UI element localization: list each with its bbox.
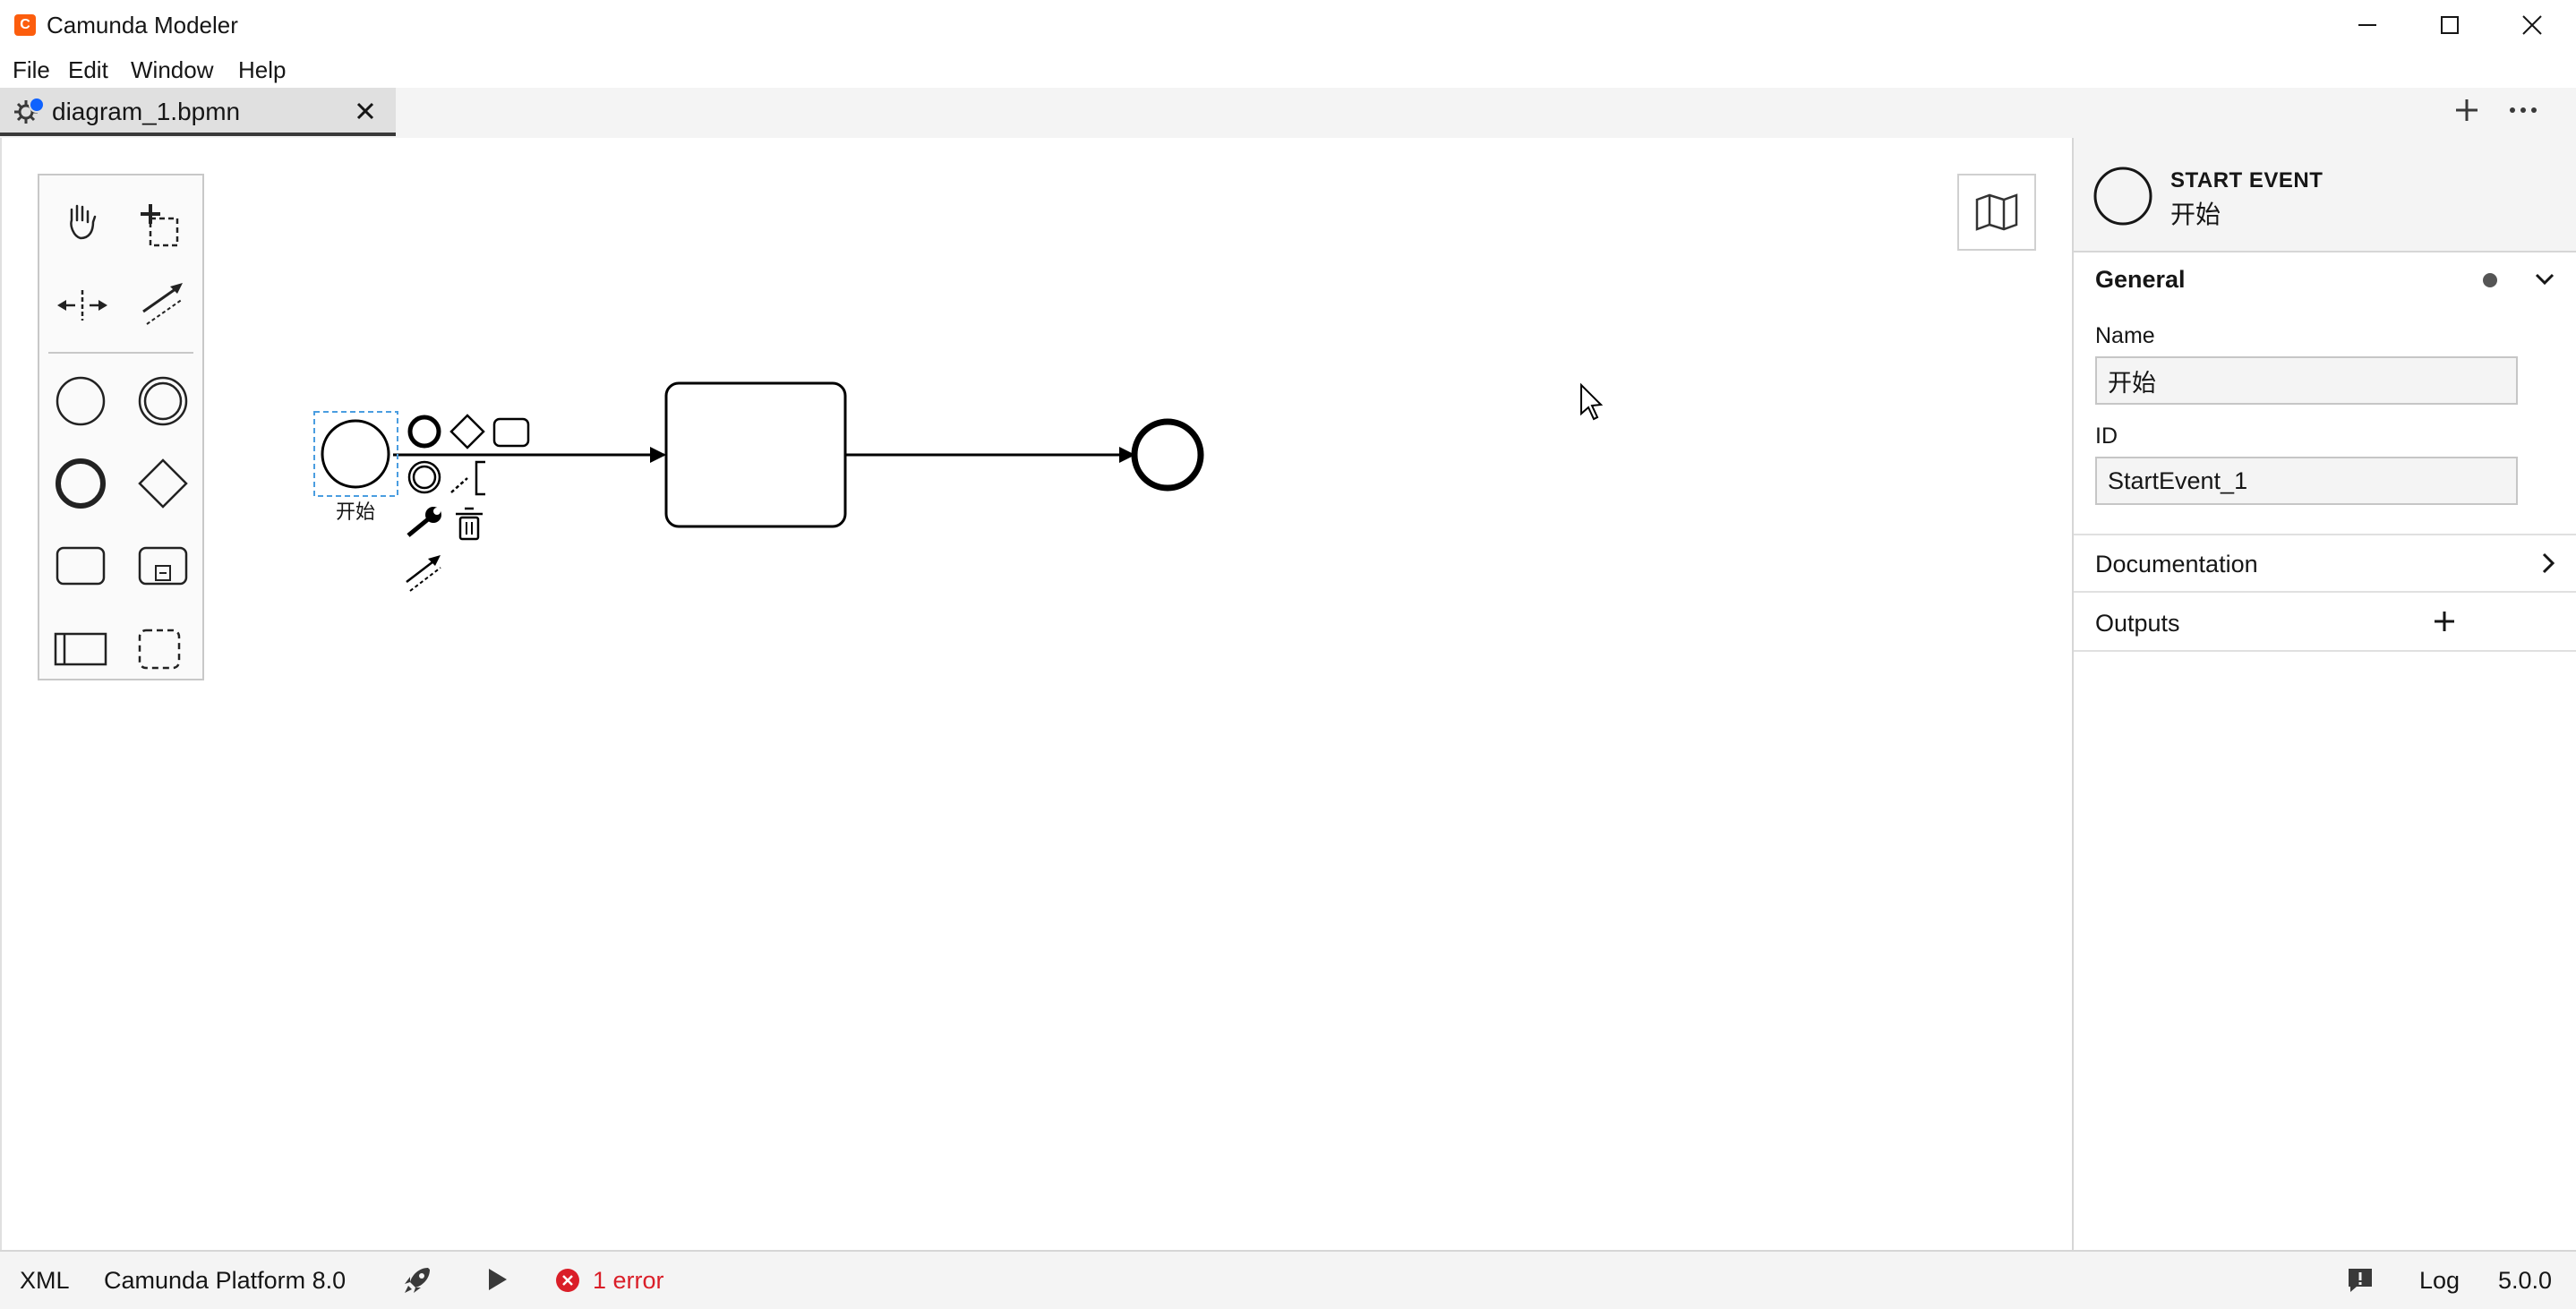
group-outputs-header[interactable]: Outputs — [2074, 595, 2576, 652]
name-field-label: Name — [2095, 323, 2155, 348]
start-instance-play-icon[interactable] — [485, 1266, 510, 1293]
create-end-event-icon[interactable] — [56, 458, 106, 509]
close-tab-icon[interactable] — [355, 100, 376, 122]
mouse-cursor-icon — [1580, 382, 1604, 421]
context-pad — [406, 414, 530, 592]
create-gateway-icon[interactable] — [138, 458, 188, 509]
group-documentation-header[interactable]: Documentation — [2074, 535, 2576, 593]
add-output-icon[interactable] — [2432, 609, 2457, 634]
close-icon — [2522, 15, 2542, 35]
delete-trash-icon[interactable] — [456, 507, 483, 541]
app-title: Camunda Modeler — [47, 12, 238, 38]
minimap-toggle-button[interactable] — [1957, 174, 2036, 251]
minimize-icon — [2358, 24, 2376, 26]
create-task-icon[interactable] — [56, 546, 106, 586]
start-event[interactable] — [321, 419, 390, 489]
add-tab-icon[interactable] — [2453, 97, 2480, 124]
append-gateway-icon[interactable] — [449, 414, 485, 449]
deploy-rocket-icon[interactable] — [401, 1264, 433, 1296]
close-window-button[interactable] — [2491, 0, 2573, 50]
status-bar: XML Camunda Platform 8.0 1 error Log 5.0… — [0, 1250, 2576, 1309]
arrow-head-icon — [650, 447, 666, 463]
tab-bar: diagram_1.bpmn — [0, 88, 2576, 139]
text-annotation-icon[interactable] — [450, 477, 468, 493]
hand-tool-icon[interactable] — [70, 204, 97, 240]
element-type-label: START EVENT — [2170, 168, 2324, 192]
element-name-label: 开始 — [2170, 201, 2221, 228]
diagram[interactable] — [2, 138, 2072, 1250]
data-indicator-dot-icon — [2483, 273, 2497, 287]
menu-bar: File Edit Window Help — [0, 50, 2576, 88]
name-input[interactable] — [2095, 356, 2518, 405]
tool-palette — [38, 174, 204, 680]
end-event[interactable] — [1131, 418, 1204, 492]
create-intermediate-event-icon[interactable] — [138, 376, 188, 426]
connect-arrow-icon[interactable] — [406, 555, 441, 592]
feedback-icon[interactable] — [2346, 1266, 2375, 1295]
append-task-icon[interactable] — [492, 417, 530, 448]
space-tool-icon[interactable] — [57, 290, 107, 321]
menu-help[interactable]: Help — [238, 56, 286, 84]
create-start-event-icon[interactable] — [56, 376, 106, 426]
create-subprocess-icon[interactable] — [138, 546, 188, 586]
platform-selector[interactable]: Camunda Platform 8.0 — [104, 1266, 346, 1295]
properties-header: START EVENT 开始 — [2074, 138, 2576, 252]
error-count[interactable]: 1 error — [593, 1266, 664, 1295]
chevron-right-icon[interactable] — [2539, 552, 2557, 575]
id-input[interactable] — [2095, 457, 2518, 505]
log-button[interactable]: Log — [2419, 1266, 2460, 1295]
maximize-icon — [2441, 16, 2459, 34]
chevron-down-icon[interactable] — [2534, 270, 2555, 288]
more-options-icon[interactable] — [2507, 97, 2539, 124]
create-group-icon[interactable] — [138, 629, 181, 670]
start-event-label[interactable]: 开始 — [324, 496, 387, 525]
lasso-tool-icon[interactable] — [141, 204, 179, 247]
map-icon — [1975, 193, 2018, 231]
change-type-wrench-icon[interactable] — [407, 507, 441, 537]
maximize-button[interactable] — [2409, 0, 2491, 50]
xml-view-button[interactable]: XML — [20, 1266, 70, 1295]
error-icon[interactable] — [555, 1268, 580, 1293]
group-outputs-title: Outputs — [2095, 610, 2180, 637]
title-bar: C Camunda Modeler — [0, 0, 2576, 51]
append-end-event-icon[interactable] — [407, 415, 441, 449]
create-pool-icon[interactable] — [54, 632, 107, 666]
tab-diagram-1[interactable]: diagram_1.bpmn — [0, 88, 396, 136]
menu-file[interactable]: File — [13, 56, 50, 84]
group-general-header[interactable]: General — [2074, 251, 2576, 308]
start-event-type-icon — [2093, 167, 2152, 226]
global-connect-tool-icon[interactable] — [142, 283, 184, 325]
id-field-label: ID — [2095, 424, 2118, 449]
menu-edit[interactable]: Edit — [68, 56, 108, 84]
bpmn-canvas[interactable]: 开始 — [0, 138, 2072, 1250]
menu-window[interactable]: Window — [131, 56, 213, 84]
group-general-title: General — [2095, 266, 2186, 293]
properties-panel: START EVENT 开始 General Name ID Documenta… — [2072, 138, 2576, 1250]
minimize-button[interactable] — [2326, 0, 2409, 50]
task[interactable] — [664, 381, 847, 528]
camunda-logo-icon: C — [14, 14, 36, 36]
group-documentation-title: Documentation — [2095, 551, 2258, 578]
unsaved-indicator — [29, 97, 45, 113]
version-label: 5.0.0 — [2498, 1267, 2553, 1294]
tab-label: diagram_1.bpmn — [52, 98, 241, 125]
